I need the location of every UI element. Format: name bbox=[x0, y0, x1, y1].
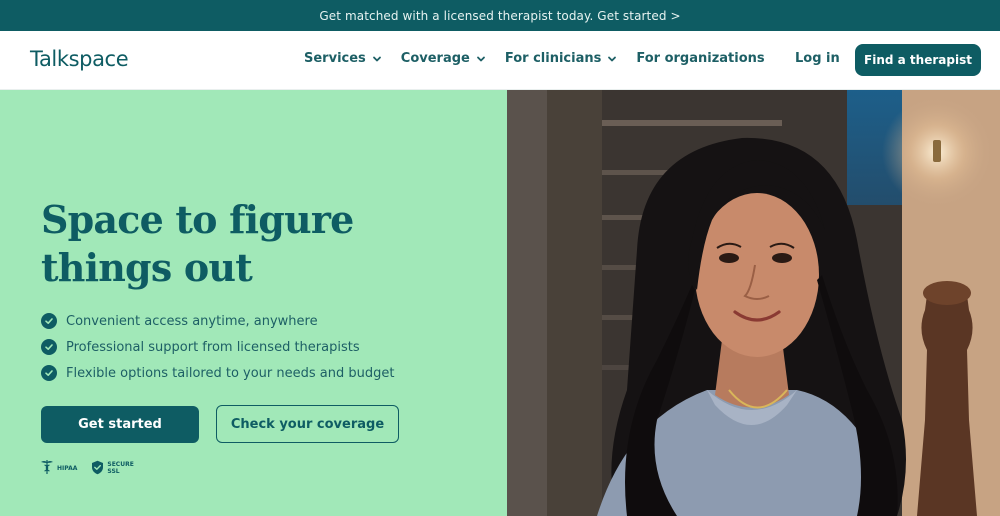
feature-item: Convenient access anytime, anywhere bbox=[41, 308, 394, 334]
hero-content: Space to figure things out Convenient ac… bbox=[0, 90, 507, 516]
nav-for-clinicians[interactable]: For clinicians bbox=[505, 51, 618, 66]
feature-list: Convenient access anytime, anywhere Prof… bbox=[41, 308, 394, 386]
hipaa-badge: HIPAA bbox=[40, 459, 77, 477]
check-icon bbox=[41, 365, 57, 381]
nav-for-organizations[interactable]: For organizations bbox=[636, 51, 764, 66]
secure-label: SECURE bbox=[107, 461, 134, 468]
trust-badges: HIPAA SECURE SSL bbox=[40, 459, 134, 477]
chevron-down-icon bbox=[606, 53, 618, 65]
nav-coverage-label: Coverage bbox=[400, 51, 470, 66]
find-a-therapist-button[interactable]: Find a therapist bbox=[855, 44, 981, 76]
promo-banner[interactable]: Get matched with a licensed therapist to… bbox=[0, 0, 1000, 31]
nav-links: Services Coverage For clinicians For org… bbox=[304, 51, 783, 66]
login-link[interactable]: Log in bbox=[795, 51, 840, 66]
nav-for-clinicians-label: For clinicians bbox=[504, 51, 602, 66]
nav-services[interactable]: Services bbox=[304, 51, 383, 66]
hero-headline: Space to figure things out bbox=[41, 197, 354, 290]
feature-text: Professional support from licensed thera… bbox=[66, 339, 360, 355]
top-navigation: Talkspace Services Coverage For clinicia… bbox=[0, 31, 1000, 90]
ssl-label: SSL bbox=[107, 468, 120, 475]
hero-section: Space to figure things out Convenient ac… bbox=[0, 90, 1000, 516]
hipaa-label: HIPAA bbox=[57, 464, 78, 472]
chevron-down-icon bbox=[371, 53, 383, 65]
feature-text: Flexible options tailored to your needs … bbox=[66, 365, 395, 381]
check-icon bbox=[41, 313, 57, 329]
chevron-down-icon bbox=[475, 53, 487, 65]
feature-text: Convenient access anytime, anywhere bbox=[66, 313, 318, 329]
secure-ssl-badge: SECURE SSL bbox=[91, 460, 134, 477]
nav-for-organizations-label: For organizations bbox=[636, 51, 765, 66]
check-icon bbox=[41, 339, 57, 355]
check-coverage-button[interactable]: Check your coverage bbox=[216, 405, 399, 443]
shield-check-icon bbox=[91, 460, 104, 477]
talkspace-logo[interactable]: Talkspace bbox=[30, 47, 129, 71]
hero-photo bbox=[507, 90, 1000, 516]
get-started-button[interactable]: Get started bbox=[41, 406, 199, 443]
nav-services-label: Services bbox=[304, 51, 366, 66]
feature-item: Flexible options tailored to your needs … bbox=[41, 360, 394, 386]
promo-banner-link[interactable]: Get matched with a licensed therapist to… bbox=[319, 9, 680, 23]
secure-ssl-label: SECURE SSL bbox=[107, 461, 133, 475]
feature-item: Professional support from licensed thera… bbox=[41, 334, 394, 360]
caduceus-icon bbox=[40, 459, 54, 477]
woman-portrait-image bbox=[507, 90, 1000, 516]
nav-coverage[interactable]: Coverage bbox=[401, 51, 487, 66]
